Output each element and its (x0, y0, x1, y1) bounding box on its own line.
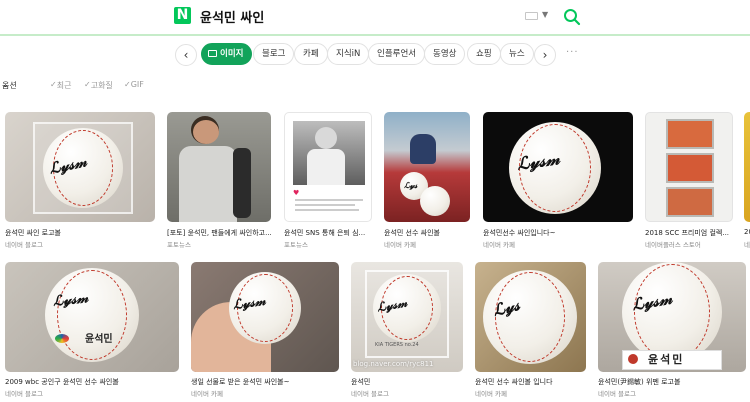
result-caption[interactable]: 생일 선물로 받은 윤석민 싸인볼~ (191, 377, 341, 387)
result-source[interactable]: 네이버플러스 스토어 (645, 239, 735, 249)
result-source[interactable]: 포토뉴스 (167, 239, 273, 249)
trading-card (666, 187, 714, 217)
name-plate: 윤석민 (648, 353, 685, 366)
result-caption[interactable]: 윤석민선수 싸인입니다~ (483, 228, 633, 238)
result-thumbnail[interactable] (167, 112, 271, 222)
result-caption[interactable]: 윤석민 (351, 377, 465, 387)
result-thumbnail[interactable]: ℒ𝓎𝓈𝓂 윤석민 (598, 262, 746, 372)
result-caption[interactable]: 20 (744, 228, 750, 236)
result-thumbnail[interactable]: ℒ𝓎𝓈𝓂 (483, 112, 633, 222)
search-query[interactable]: 윤석민 싸인 (200, 7, 264, 26)
filter-hires[interactable]: ✓ 고화질 (84, 80, 113, 90)
wbc-logo (55, 334, 69, 343)
result-caption[interactable]: 윤석민(尹錫敏) 위펜 로고볼 (598, 377, 748, 387)
result-source[interactable]: 네이버 카페 (483, 239, 633, 249)
result-thumbnail[interactable]: ℒ𝓎𝓈 (384, 112, 470, 222)
tab-blog[interactable]: 블로그 (253, 43, 295, 65)
result-caption[interactable]: 2018 SCC 프리미엄 컬렉... (645, 228, 735, 238)
team-logo (628, 354, 638, 364)
name-plate: 윤석민 (85, 334, 113, 345)
backpack (233, 148, 251, 218)
tabs-next-button[interactable]: › (534, 44, 556, 66)
person-head (315, 127, 337, 149)
result-source[interactable]: 네이버 카페 (475, 388, 588, 398)
result-source[interactable]: 네 (744, 239, 750, 249)
result-source[interactable]: 네이버 블로그 (5, 388, 181, 398)
result-thumbnail[interactable]: ♥ (284, 112, 372, 222)
result-thumbnail[interactable] (645, 112, 733, 222)
signature-graphic: ℒ𝓎𝓈 (404, 180, 418, 190)
result-source[interactable]: 네이버 블로그 (598, 388, 748, 398)
filter-recent[interactable]: ✓ 최근 (50, 80, 71, 90)
result-source[interactable]: 네이버 카페 (191, 388, 341, 398)
watermark: blog.naver.com/ryc811 (353, 360, 434, 368)
result-caption[interactable]: 윤석민 SNS 통해 은퇴 심... (284, 228, 374, 238)
result-thumbnail[interactable]: ℒ𝓎𝓈𝓂 (5, 112, 155, 222)
image-icon (208, 49, 217, 57)
result-caption[interactable]: 2009 wbc 공인구 윤석민 선수 싸인볼 (5, 377, 181, 387)
result-thumbnail[interactable]: ℒ𝓎𝓈𝓂 (191, 262, 339, 372)
case-label: KIA TIGERS no.24 (375, 342, 419, 348)
keyboard-icon[interactable] (525, 12, 538, 20)
result-thumbnail[interactable]: ℒ𝓎𝓈 (475, 262, 586, 372)
more-icon[interactable]: ··· (566, 47, 579, 58)
chevron-down-icon[interactable]: ▼ (542, 10, 548, 19)
result-thumbnail[interactable]: ℒ𝓎𝓈𝓂 윤석민 (5, 262, 179, 372)
text-line (295, 204, 355, 206)
person-face (193, 120, 219, 144)
tabs-prev-button[interactable]: ‹ (175, 44, 197, 66)
tab-news[interactable]: 뉴스 (500, 43, 534, 65)
search-header: N 윤석민 싸인 ▼ (0, 0, 750, 36)
text-line (295, 199, 363, 201)
result-thumbnail[interactable] (744, 112, 750, 222)
tab-kin[interactable]: 지식iN (327, 43, 370, 65)
text-line (295, 209, 359, 211)
result-source[interactable]: 포토뉴스 (284, 239, 374, 249)
result-caption[interactable]: 윤석민 싸인 로고볼 (5, 228, 155, 238)
tab-video[interactable]: 동영상 (424, 43, 466, 65)
tab-influencer[interactable]: 인플루언서 (368, 43, 426, 65)
tab-cafe[interactable]: 카페 (294, 43, 328, 65)
naver-logo[interactable]: N (174, 7, 191, 24)
result-source[interactable]: 네이버 블로그 (351, 388, 465, 398)
result-caption[interactable]: 윤석민 선수 싸인볼 (384, 228, 472, 238)
search-icon[interactable] (563, 8, 581, 26)
person-shirt (179, 146, 237, 222)
result-source[interactable]: 네이버 카페 (384, 239, 472, 249)
result-source[interactable]: 네이버 블로그 (5, 239, 155, 249)
trading-card (666, 119, 714, 149)
tab-shopping[interactable]: 쇼핑 (467, 43, 501, 65)
result-thumbnail[interactable]: ℒ𝓎𝓈𝓂 KIA TIGERS no.24 blog.naver.com/ryc… (351, 262, 463, 372)
baseball-image (420, 186, 450, 216)
result-caption[interactable]: [포토] 윤석민, 팬들에게 싸인하고... (167, 228, 273, 238)
person-figure (410, 134, 436, 164)
result-caption[interactable]: 윤석민 선수 싸인볼 입니다 (475, 377, 588, 387)
tab-images[interactable]: 이미지 (201, 43, 253, 65)
heart-icon: ♥ (293, 189, 300, 197)
ball-seam (57, 270, 127, 360)
options-button[interactable]: 옵션 ⌄ (2, 80, 17, 90)
filter-gif[interactable]: ✓ GIF (124, 80, 144, 89)
person-uniform (307, 149, 345, 185)
trading-card (666, 153, 714, 183)
